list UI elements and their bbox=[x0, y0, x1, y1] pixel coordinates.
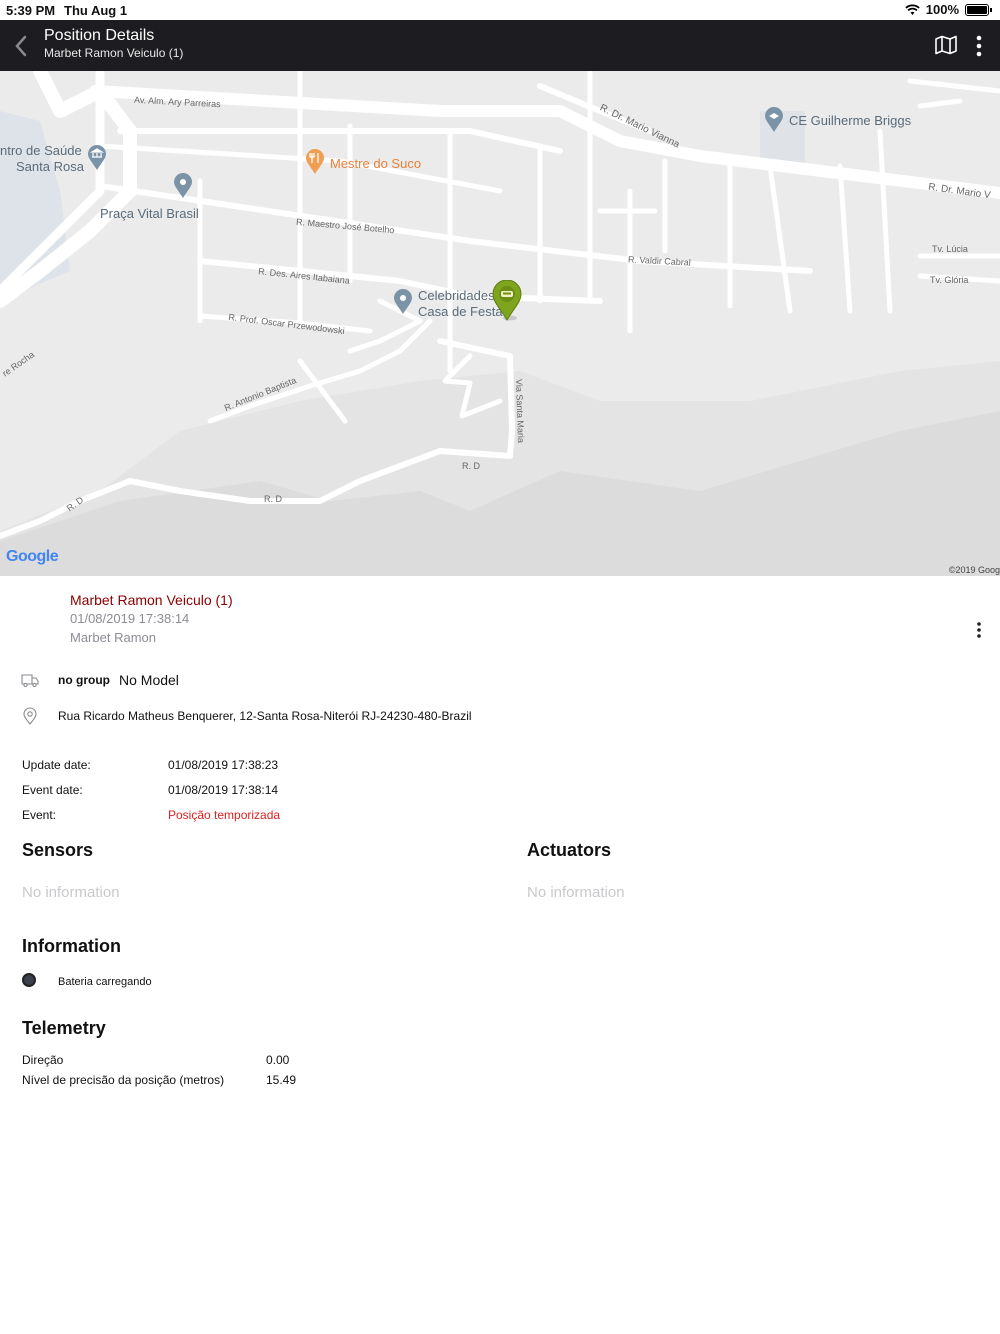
information-item: Bateria carregando bbox=[58, 976, 152, 988]
street-label: Tv. Glória bbox=[930, 275, 969, 285]
map-icon[interactable] bbox=[934, 35, 958, 55]
street-label: Tv. Lúcia bbox=[932, 244, 968, 254]
street-label: R. D bbox=[462, 461, 480, 471]
battery-icon bbox=[965, 3, 989, 16]
sensors-empty: No information bbox=[22, 884, 120, 901]
poi-label: Celebridades bbox=[418, 288, 495, 303]
more-vertical-icon[interactable] bbox=[972, 34, 986, 58]
update-date-value: 01/08/2019 17:38:23 bbox=[168, 758, 279, 772]
google-logo: Google bbox=[6, 548, 59, 565]
telemetry-title: Telemetry bbox=[22, 1018, 106, 1038]
page-subtitle: Marbet Ramon Veiculo (1) bbox=[44, 46, 184, 60]
street-label: R. D bbox=[264, 494, 282, 504]
battery-percent: 100% bbox=[925, 2, 959, 17]
location-outline-icon bbox=[23, 707, 37, 725]
poi-label: CE Guilherme Briggs bbox=[789, 113, 912, 128]
truck-icon bbox=[21, 674, 39, 688]
status-time: 5:39 PM bbox=[6, 3, 56, 18]
map-canvas bbox=[0, 71, 1000, 576]
telemetry-value: 0.00 bbox=[266, 1053, 290, 1067]
update-date-label: Update date: bbox=[22, 758, 91, 772]
vehicle-name: Marbet Ramon Veiculo (1) bbox=[70, 592, 233, 608]
telemetry-value: 15.49 bbox=[266, 1073, 297, 1087]
map-view[interactable]: Av. Alm. Ary Parreiras R. Dr. Mario Vian… bbox=[0, 71, 1000, 576]
more-vertical-icon[interactable] bbox=[974, 621, 984, 639]
event-value: Posição temporizada bbox=[168, 808, 281, 822]
vehicle-timestamp: 01/08/2019 17:38:14 bbox=[70, 611, 190, 626]
map-copyright: ©2019 Goog bbox=[948, 565, 1000, 575]
poi-label: ntro de Saúde bbox=[0, 143, 82, 158]
status-date: Thu Aug 1 bbox=[64, 3, 128, 18]
group-name: no group bbox=[58, 673, 110, 687]
school-pin-icon bbox=[765, 107, 783, 132]
poi-label: Mestre do Suco bbox=[330, 156, 422, 171]
address-text: Rua Ricardo Matheus Benquerer, 12-Santa … bbox=[58, 709, 472, 723]
sensors-title: Sensors bbox=[22, 840, 94, 860]
event-date-value: 01/08/2019 17:38:14 bbox=[168, 783, 279, 797]
poi-label: Casa de Festa bbox=[418, 304, 503, 319]
location-pin-icon bbox=[394, 289, 412, 314]
restaurant-pin-icon bbox=[306, 149, 324, 174]
poi-label: Santa Rosa bbox=[16, 159, 84, 174]
event-label: Event: bbox=[22, 808, 57, 822]
event-date-label: Event date: bbox=[22, 783, 83, 797]
telemetry-label: Nível de precisão da posição (metros) bbox=[22, 1073, 225, 1087]
actuators-title: Actuators bbox=[527, 840, 612, 860]
status-bar: 5:39 PM Thu Aug 1 100% bbox=[0, 0, 1000, 20]
vehicle-marker-icon[interactable] bbox=[492, 280, 524, 322]
poi-label: Praça Vital Brasil bbox=[100, 206, 199, 221]
building-pin-icon bbox=[88, 145, 106, 170]
status-dot-icon bbox=[22, 973, 36, 987]
actuators-empty: No information bbox=[527, 884, 625, 901]
navigation-bar: Position Details Marbet Ramon Veiculo (1… bbox=[0, 20, 1000, 71]
location-pin-icon bbox=[174, 173, 192, 198]
wifi-icon bbox=[905, 3, 920, 15]
model-name: No Model bbox=[119, 672, 179, 688]
information-title: Information bbox=[22, 936, 121, 956]
page-title: Position Details bbox=[44, 27, 155, 44]
vehicle-owner: Marbet Ramon bbox=[70, 630, 156, 645]
back-chevron-icon[interactable] bbox=[12, 34, 32, 58]
telemetry-label: Direção bbox=[22, 1053, 64, 1067]
